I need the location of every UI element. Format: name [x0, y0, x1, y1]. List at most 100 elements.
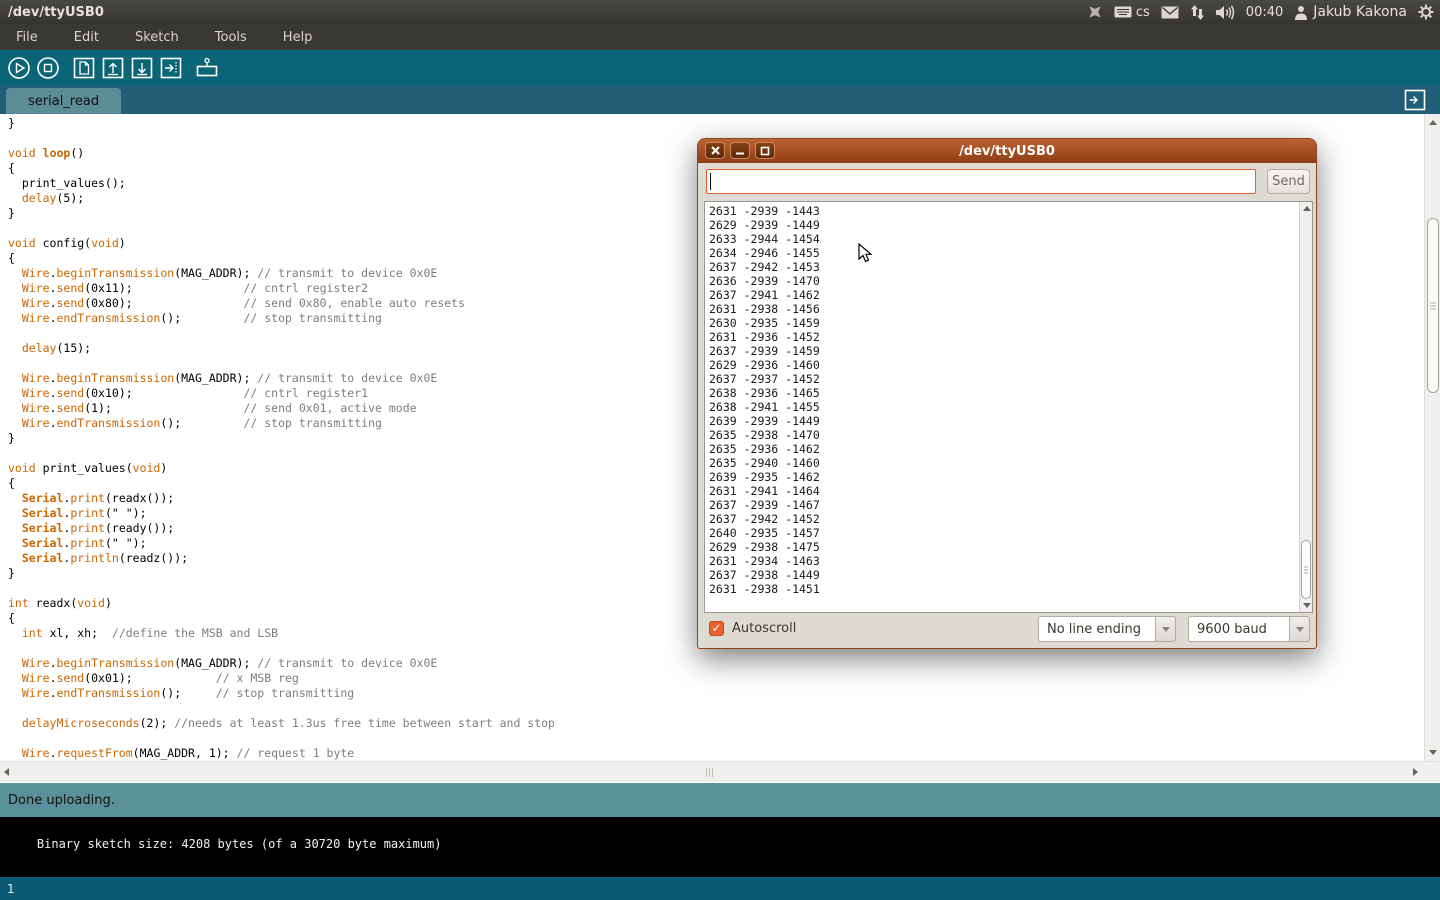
toolbar — [0, 50, 1440, 86]
baud-rate-dropdown[interactable]: 9600 baud — [1188, 616, 1310, 642]
send-button[interactable]: Send — [1267, 169, 1310, 194]
serial-row: 2629 -2938 -1475 — [709, 540, 1312, 554]
dropdown-arrow-button[interactable] — [1289, 616, 1310, 642]
tab-menu-icon — [1404, 89, 1426, 111]
menu-help[interactable]: Help — [277, 28, 319, 47]
maximize-icon — [760, 146, 770, 156]
editor-horizontal-scrollbar[interactable] — [0, 761, 1440, 782]
serial-row: 2638 -2941 -1455 — [709, 400, 1312, 414]
new-sketch-icon — [72, 56, 96, 80]
keyboard-layout-icon — [1114, 6, 1132, 18]
menu-edit[interactable]: Edit — [68, 28, 105, 47]
serial-row: 2636 -2939 -1470 — [709, 274, 1312, 288]
open-icon — [101, 56, 125, 80]
serial-row: 2631 -2941 -1464 — [709, 484, 1312, 498]
monitor-scrollbar[interactable] — [1299, 202, 1312, 612]
code-line: Wire.send(0x01); // x MSB reg — [8, 671, 1424, 686]
autoscroll-label: Autoscroll — [732, 621, 796, 636]
stop-button[interactable] — [35, 55, 61, 81]
code-line — [8, 731, 1424, 746]
serial-row: 2631 -2936 -1452 — [709, 330, 1312, 344]
dropdown-arrow-button[interactable] — [1155, 616, 1176, 642]
line-number-indicator: 1 — [7, 882, 15, 896]
serial-row: 2635 -2938 -1470 — [709, 428, 1312, 442]
scroll-down-icon[interactable] — [1429, 750, 1437, 755]
scroll-right-icon[interactable] — [1413, 768, 1418, 776]
maximize-button[interactable] — [755, 142, 775, 159]
scroll-left-icon[interactable] — [4, 768, 9, 776]
upload-icon — [159, 56, 183, 80]
keyboard-layout-label: cs — [1136, 5, 1150, 20]
tab-menu-button[interactable] — [1404, 89, 1426, 111]
footer-bar: 1 — [0, 877, 1440, 900]
tab-label: serial_read — [28, 94, 99, 109]
monitor-titlebar[interactable]: /dev/ttyUSB0 — [698, 139, 1316, 163]
user-menu[interactable]: Jakub Kakona — [1294, 4, 1407, 20]
serial-row: 2629 -2936 -1460 — [709, 358, 1312, 372]
mail-icon[interactable] — [1161, 6, 1179, 19]
serial-row: 2629 -2939 -1449 — [709, 218, 1312, 232]
close-button[interactable] — [705, 142, 725, 159]
console-line: Binary sketch size: 4208 bytes (of a 307… — [37, 837, 442, 851]
window-title: /dev/ttyUSB0 — [0, 5, 104, 20]
new-sketch-button[interactable] — [71, 55, 97, 81]
line-ending-value: No line ending — [1038, 616, 1155, 642]
serial-monitor-icon — [194, 56, 220, 80]
code-line: Wire.endTransmission(); // stop transmit… — [8, 686, 1424, 701]
serial-row: 2637 -2942 -1453 — [709, 260, 1312, 274]
code-line — [8, 701, 1424, 716]
serial-output[interactable]: 2631 -2939 -14432629 -2939 -14492633 -29… — [704, 201, 1313, 613]
line-ending-dropdown[interactable]: No line ending — [1038, 616, 1176, 642]
clock[interactable]: 00:40 — [1246, 5, 1283, 20]
serial-row: 2639 -2935 -1462 — [709, 470, 1312, 484]
chevron-down-icon — [1296, 627, 1304, 632]
menu-file[interactable]: File — [10, 28, 44, 47]
editor-vertical-scrollbar[interactable] — [1424, 114, 1440, 761]
autoscroll-checkbox[interactable]: ✓ — [709, 621, 724, 636]
serial-row: 2630 -2935 -1459 — [709, 316, 1312, 330]
desktop: /dev/ttyUSB0 cs 00:40 Jakub Kakona File … — [0, 0, 1440, 900]
window-controls — [705, 142, 775, 159]
scroll-up-icon[interactable] — [1429, 120, 1437, 125]
serial-rows: 2631 -2939 -14432629 -2939 -14492633 -29… — [705, 202, 1312, 596]
monitor-title: /dev/ttyUSB0 — [959, 144, 1055, 159]
serial-row: 2639 -2939 -1449 — [709, 414, 1312, 428]
verify-button[interactable] — [6, 55, 32, 81]
user-icon — [1294, 5, 1308, 20]
menu-sketch[interactable]: Sketch — [129, 28, 185, 47]
upload-button[interactable] — [158, 55, 184, 81]
serial-row: 2640 -2935 -1457 — [709, 526, 1312, 540]
serial-monitor-button[interactable] — [194, 55, 220, 81]
network-arrows-icon[interactable] — [1190, 5, 1205, 20]
pinwheel-icon[interactable] — [1087, 4, 1103, 20]
build-console: Binary sketch size: 4208 bytes (of a 307… — [0, 817, 1440, 877]
volume-icon[interactable] — [1216, 5, 1235, 20]
serial-row: 2635 -2940 -1460 — [709, 456, 1312, 470]
code-line: delayMicroseconds(2); //needs at least 1… — [8, 716, 1424, 731]
serial-send-input[interactable] — [706, 169, 1256, 194]
verify-icon — [7, 56, 31, 80]
tab-serial-read[interactable]: serial_read — [6, 88, 121, 114]
keyboard-indicator[interactable]: cs — [1114, 5, 1150, 20]
thumb-grip — [1304, 566, 1308, 573]
status-message: Done uploading. — [8, 793, 115, 808]
serial-row: 2631 -2934 -1463 — [709, 554, 1312, 568]
minimize-button[interactable] — [730, 142, 750, 159]
serial-row: 2631 -2938 -1451 — [709, 582, 1312, 596]
send-label: Send — [1272, 174, 1305, 189]
menu-tools[interactable]: Tools — [209, 28, 253, 47]
open-button[interactable] — [100, 55, 126, 81]
save-button[interactable] — [129, 55, 155, 81]
scroll-up-icon[interactable] — [1303, 206, 1311, 211]
serial-row: 2637 -2937 -1452 — [709, 372, 1312, 386]
minimize-icon — [735, 146, 745, 155]
monitor-scrollbar-thumb[interactable] — [1301, 540, 1311, 599]
scroll-down-icon[interactable] — [1303, 603, 1311, 608]
code-line: } — [8, 116, 1424, 131]
session-gear-icon[interactable] — [1418, 4, 1434, 20]
hscroll-grip — [706, 768, 713, 777]
editor-scrollbar-thumb[interactable] — [1427, 218, 1439, 393]
close-icon — [711, 146, 720, 155]
code-line: Wire.requestFrom(MAG_ADDR, 1); // reques… — [8, 746, 1424, 761]
serial-row: 2638 -2936 -1465 — [709, 386, 1312, 400]
